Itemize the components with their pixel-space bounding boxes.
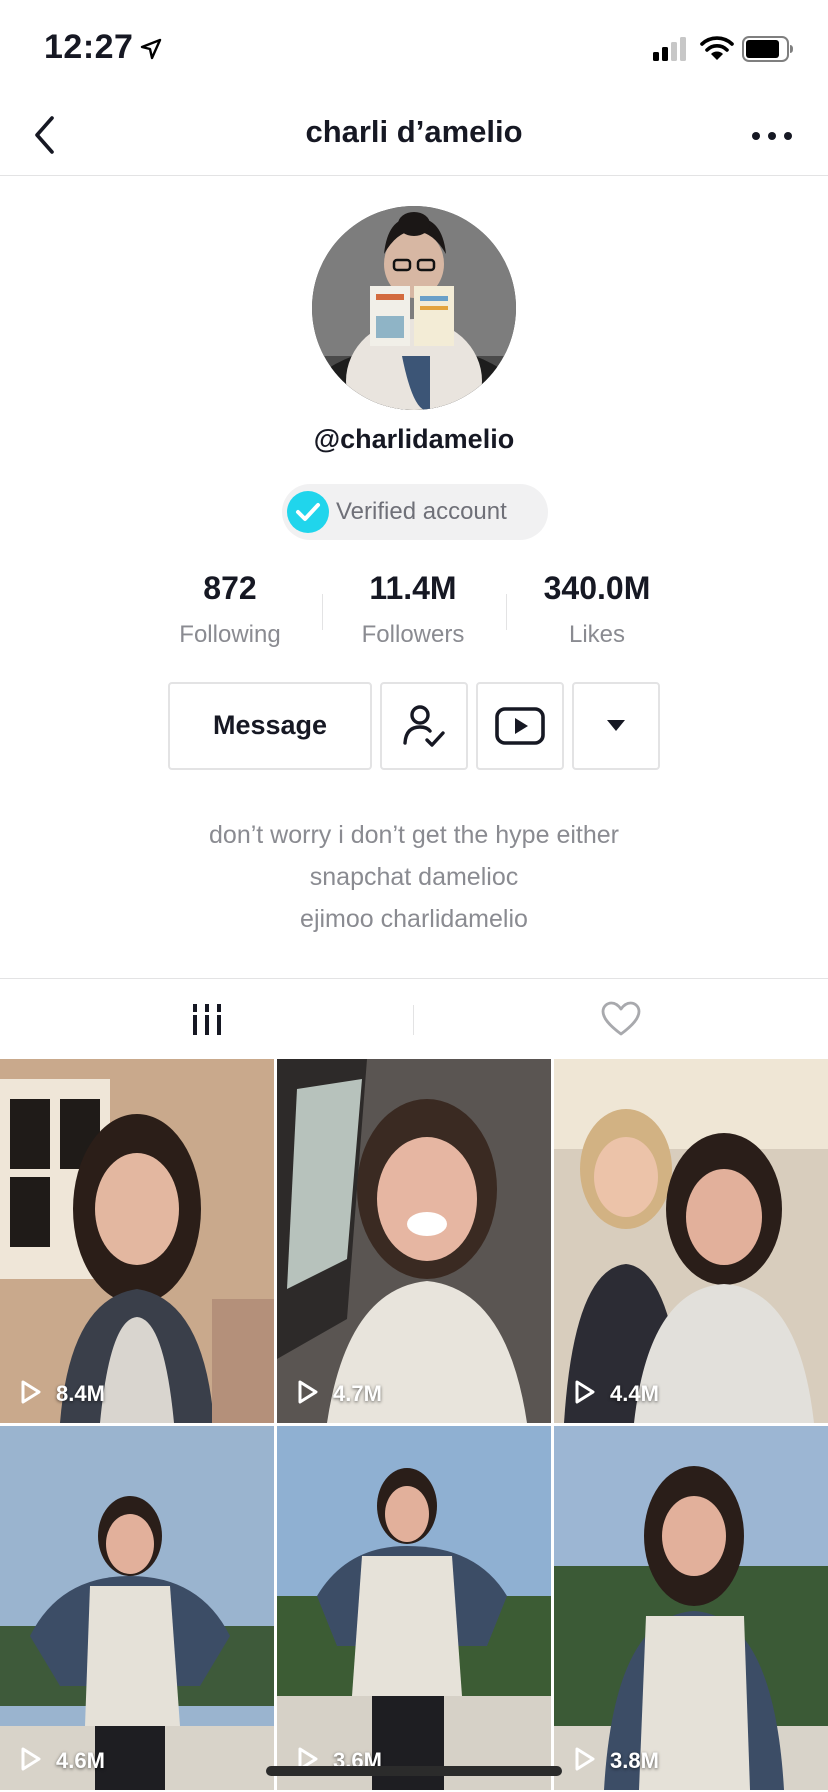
bio-line: snapchat damelioc — [309, 863, 519, 891]
youtube-button[interactable] — [476, 682, 564, 770]
play-icon — [575, 1380, 595, 1404]
avatar[interactable] — [312, 206, 516, 410]
message-label: Message — [212, 710, 328, 740]
video-thumbnail — [277, 1426, 551, 1790]
stat-value: 872 — [203, 570, 257, 606]
video-tile[interactable]: 3.8M — [554, 1426, 828, 1790]
view-count: 4.6M — [56, 1748, 105, 1773]
tab-liked[interactable] — [414, 979, 828, 1059]
following-button[interactable] — [380, 682, 468, 770]
home-indicator[interactable] — [266, 1766, 562, 1776]
status-time: 12:27 — [44, 28, 134, 66]
video-tile[interactable]: 4.6M — [0, 1426, 274, 1790]
status-bar: 12:27 — [0, 0, 828, 96]
view-count: 4.7M — [333, 1381, 382, 1406]
stat-value: 11.4M — [369, 570, 457, 606]
youtube-icon — [495, 707, 545, 745]
battery-icon — [742, 36, 793, 62]
caret-down-icon — [607, 720, 625, 731]
bio-line: ejimoo charlidamelio — [300, 905, 528, 933]
verified-badge: Verified account — [282, 484, 548, 540]
more-icon[interactable] — [748, 120, 796, 152]
play-icon — [21, 1380, 41, 1404]
heart-icon — [601, 1001, 641, 1036]
video-thumbnail — [554, 1059, 828, 1423]
user-check-icon — [403, 705, 445, 747]
more-actions-button[interactable] — [572, 682, 660, 770]
stat-label: Likes — [568, 621, 626, 648]
video-tile[interactable]: 8.4M — [0, 1059, 274, 1423]
nav-bar: charli d’amelio — [0, 96, 828, 176]
video-thumbnail — [0, 1426, 274, 1790]
video-tile[interactable]: 4.7M — [277, 1059, 551, 1423]
verified-label: Verified account — [336, 498, 507, 525]
grid-icon — [193, 1004, 221, 1035]
stat-following[interactable]: 872 Following — [140, 570, 320, 649]
video-tile[interactable]: 4.4M — [554, 1059, 828, 1423]
bio: don’t worry i don’t get the hype either … — [0, 814, 828, 940]
verified-check-icon — [287, 491, 329, 533]
tab-videos[interactable] — [0, 979, 414, 1059]
stat-value: 340.0M — [543, 570, 651, 606]
video-tile[interactable]: 3.6M — [277, 1426, 551, 1790]
location-arrow-icon — [140, 38, 162, 60]
signal-icon — [653, 37, 686, 61]
stat-label: Followers — [361, 621, 465, 648]
view-count: 3.8M — [610, 1748, 659, 1773]
message-button[interactable]: Message — [168, 682, 372, 770]
profile-stats: 872 Following 11.4M Followers 340.0M Lik… — [0, 570, 828, 650]
view-count: 4.4M — [610, 1381, 659, 1406]
view-count: 8.4M — [56, 1381, 105, 1406]
video-thumbnail — [554, 1426, 828, 1790]
play-icon — [298, 1380, 318, 1404]
page-title: charli d’amelio — [305, 114, 523, 149]
stat-followers[interactable]: 11.4M Followers — [323, 570, 503, 649]
stat-label: Following — [179, 621, 281, 648]
play-icon — [21, 1747, 41, 1771]
bio-line: don’t worry i don’t get the hype either — [209, 821, 619, 849]
username: @charlidamelio — [313, 424, 515, 454]
stat-likes[interactable]: 340.0M Likes — [507, 570, 687, 649]
video-thumbnail — [277, 1059, 551, 1423]
wifi-icon — [700, 36, 734, 60]
profile-tabs — [0, 978, 828, 1058]
video-thumbnail — [0, 1059, 274, 1423]
avatar-image — [312, 206, 516, 410]
play-icon — [575, 1747, 595, 1771]
